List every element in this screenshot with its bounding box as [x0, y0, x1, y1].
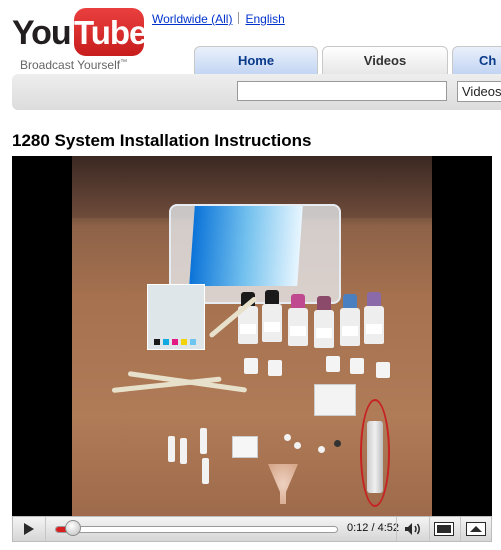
language-link[interactable]: English — [245, 12, 284, 26]
play-button[interactable] — [13, 517, 46, 541]
frame-clip — [202, 458, 209, 484]
volume-button[interactable] — [396, 517, 430, 541]
logo-tagline: Broadcast Yourself™ — [20, 58, 127, 72]
frame-cup — [268, 360, 282, 376]
frame-parts-card — [232, 436, 258, 458]
frame-ball — [334, 440, 341, 447]
video-player[interactable] — [12, 156, 492, 516]
tagline-text: Broadcast Yourself — [20, 58, 121, 72]
frame-parts-box — [314, 384, 356, 416]
frame-ink-tray — [147, 284, 205, 350]
frame-instruction-booklet — [189, 206, 303, 286]
frame-ball — [318, 446, 325, 453]
frame-ball — [294, 442, 301, 449]
progress-thumb[interactable] — [65, 520, 81, 536]
time-separator: / — [371, 522, 375, 534]
frame-bottle — [262, 290, 282, 342]
time-current: 0:12 — [347, 522, 369, 534]
youtube-logo[interactable]: You Tube Broadcast Yourself™ — [12, 6, 147, 74]
volume-icon — [405, 523, 420, 535]
popout-menu-icon — [466, 522, 486, 536]
locale-selector: Worldwide (All) English — [152, 12, 285, 26]
tab-videos[interactable]: Videos — [322, 46, 448, 75]
frame-bottle — [364, 292, 384, 344]
popout-menu-button[interactable] — [460, 517, 492, 541]
frame-clip — [180, 438, 187, 464]
play-icon — [24, 523, 34, 535]
frame-cup — [376, 362, 390, 378]
time-readout: 0:12 / 4:52 — [347, 522, 399, 534]
locale-divider — [238, 12, 240, 24]
progress-bar[interactable] — [55, 526, 338, 533]
frame-bottle — [288, 294, 308, 346]
frame-cup — [326, 356, 340, 372]
frame-bottle — [314, 296, 334, 348]
frame-cup — [350, 358, 364, 374]
frame-cup — [244, 358, 258, 374]
frame-clip — [200, 428, 207, 454]
country-link[interactable]: Worldwide (All) — [152, 12, 232, 26]
video-title: 1280 System Installation Instructions — [12, 131, 312, 150]
tab-channels[interactable]: Ch — [452, 46, 501, 74]
search-scope-select[interactable]: Videos — [457, 81, 501, 102]
logo-you-text: You — [12, 14, 72, 52]
frame-highlight-circle — [360, 399, 390, 507]
tab-home[interactable]: Home — [194, 46, 318, 75]
theater-size-button[interactable] — [428, 517, 461, 541]
search-input[interactable] — [237, 81, 447, 101]
video-frame[interactable] — [72, 156, 432, 516]
logo-tube-box: Tube — [74, 8, 147, 56]
theater-size-icon — [434, 522, 454, 536]
player-controls: 0:12 / 4:52 — [12, 516, 492, 542]
frame-funnel — [268, 464, 298, 504]
tagline-tm: ™ — [120, 59, 128, 66]
logo-tube-text: Tube — [74, 14, 147, 51]
frame-ball — [284, 434, 291, 441]
frame-clip — [168, 436, 175, 462]
frame-bottle — [340, 294, 360, 346]
main-nav-tabs: Home Videos Ch — [194, 46, 501, 76]
